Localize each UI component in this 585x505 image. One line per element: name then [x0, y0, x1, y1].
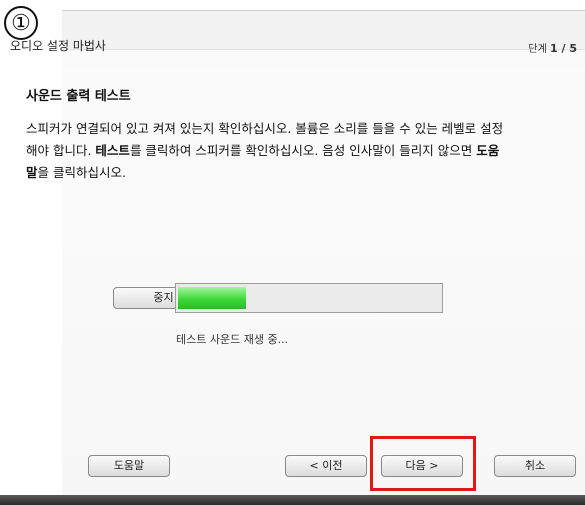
test-status-text: 테스트 사운드 재생 중...	[176, 333, 289, 346]
previous-button[interactable]: < 이전	[285, 455, 367, 477]
wizard-title: 오디오 설정 마법사	[10, 39, 106, 53]
step-label: 단계	[528, 44, 547, 55]
step-value: 1 / 5	[550, 42, 577, 55]
step-number-marker: ①	[4, 6, 38, 40]
instructions-test-keyword: 테스트	[95, 143, 130, 158]
instructions-part-3: 을 클릭하십시오.	[37, 165, 126, 180]
window-bottom-edge	[0, 495, 585, 505]
audio-setup-wizard-window	[62, 10, 585, 501]
window-title-strip	[62, 11, 585, 50]
help-button[interactable]: 도움말	[88, 455, 170, 477]
section-heading: 사운드 출력 테스트	[26, 89, 131, 104]
next-button-highlight-box	[370, 436, 476, 491]
instructions-part-2: 를 클릭하여 스피커를 확인하십시오. 음성 인사말이 들리지 않으면	[129, 143, 477, 158]
step-indicator: 단계 1 / 5	[528, 40, 577, 55]
instructions-text: 스피커가 연결되어 있고 켜져 있는지 확인하십시오. 볼륨은 소리를 들을 수…	[26, 118, 506, 184]
progress-bar-fill	[178, 287, 246, 309]
sound-test-progress-bar	[175, 283, 443, 313]
cancel-button[interactable]: 취소	[494, 455, 576, 477]
